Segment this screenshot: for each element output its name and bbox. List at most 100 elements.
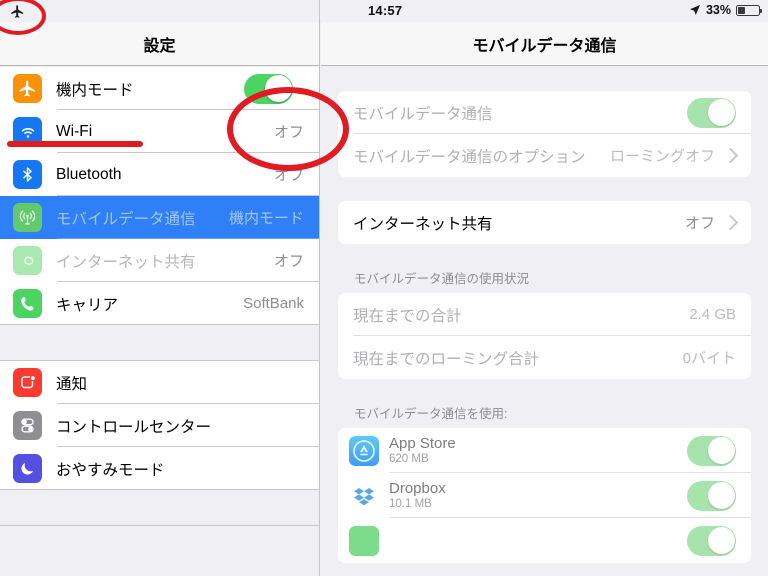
personal-hotspot-value: オフ xyxy=(684,215,715,232)
status-bar: 14:57 33% xyxy=(0,0,768,22)
usage-roaming-value: 0バイト xyxy=(682,350,736,367)
sidebar-item-notifications[interactable]: 通知 xyxy=(0,361,319,404)
sidebar-list: 機内モード Wi-Fi オフ Bluetooth オフ モバイルデータ通信 機内… xyxy=(0,67,319,576)
cellular-data-label: モバイルデータ通信 xyxy=(353,105,493,123)
personal-hotspot-label: インターネット共有 xyxy=(353,215,493,233)
sidebar-item-wifi[interactable]: Wi-Fi オフ xyxy=(0,110,319,153)
toggle-knob xyxy=(707,99,735,126)
toggle-knob xyxy=(264,75,292,102)
top-spacer xyxy=(338,67,751,91)
app-size: 10.1 MB xyxy=(389,498,432,510)
control-center-icon xyxy=(13,411,42,440)
toggle-knob xyxy=(707,527,735,554)
sidebar-item-value: オフ xyxy=(273,253,304,270)
personal-hotspot-icon xyxy=(13,246,42,275)
sidebar-item-label: Wi-Fi xyxy=(56,122,93,140)
sidebar-item-personal-hotspot[interactable]: インターネット共有 オフ xyxy=(0,239,319,282)
app-store-icon xyxy=(349,435,379,466)
detail-nav-bar: モバイルデータ通信 xyxy=(321,22,768,66)
usage-total-row: 現在までの合計 2.4 GB xyxy=(338,293,751,336)
cellular-data-toggle[interactable] xyxy=(687,97,736,128)
app-row-partial[interactable] xyxy=(338,518,751,563)
toggle-knob xyxy=(707,482,735,509)
group-spacer-1 xyxy=(338,177,751,201)
row-separator xyxy=(0,489,319,490)
app-toggle[interactable] xyxy=(687,435,736,466)
app-name: Dropbox xyxy=(389,480,446,497)
row-separator xyxy=(0,324,319,325)
sidebar-item-value: 機内モード xyxy=(228,210,304,227)
usage-group: 現在までの合計 2.4 GB 現在までのローミング合計 0バイト xyxy=(338,293,751,379)
cellular-tower-icon xyxy=(13,203,42,232)
sidebar-item-carrier[interactable]: キャリア SoftBank xyxy=(0,282,319,325)
app-toggle[interactable] xyxy=(687,525,736,556)
sidebar-item-airplane-mode[interactable]: 機内モード xyxy=(0,67,319,110)
battery-fill xyxy=(738,6,746,14)
sidebar-item-value: オフ xyxy=(273,124,304,141)
notifications-icon xyxy=(13,368,42,397)
apps-group: App Store 620 MB Dropbox 10.1 MB xyxy=(338,428,751,563)
usage-total-label: 現在までの合計 xyxy=(353,307,462,325)
sidebar-group-gap xyxy=(0,325,319,361)
settings-sidebar: 設定 機内モード Wi-Fi オフ Bluetooth オフ モバイルデータ通信… xyxy=(0,0,320,576)
airplane-mode-toggle[interactable] xyxy=(244,73,293,104)
chevron-right-icon xyxy=(722,147,739,164)
battery-percent-label: 33% xyxy=(705,3,731,17)
detail-body: モバイルデータ通信 モバイルデータ通信のオプション ローミングオフ インターネッ… xyxy=(321,67,768,576)
dropbox-icon xyxy=(349,480,379,511)
battery-icon xyxy=(736,4,763,16)
cellular-data-options-row[interactable]: モバイルデータ通信のオプション ローミングオフ xyxy=(338,134,751,177)
app-info: App Store 620 MB xyxy=(389,435,687,466)
app-size: 620 MB xyxy=(389,453,429,465)
app-icon xyxy=(349,525,379,556)
app-info: Dropbox 10.1 MB xyxy=(389,480,687,511)
sidebar-item-label: 機内モード xyxy=(56,81,134,99)
sidebar-title: 設定 xyxy=(143,37,176,55)
app-name: App Store xyxy=(389,435,456,452)
bluetooth-icon xyxy=(13,160,42,189)
group-spacer-3 xyxy=(338,379,751,403)
airplane-icon xyxy=(13,74,42,103)
sidebar-item-label: Bluetooth xyxy=(56,165,122,183)
toggle-knob xyxy=(707,437,735,464)
cellular-data-row[interactable]: モバイルデータ通信 xyxy=(338,91,751,134)
phone-icon xyxy=(13,289,42,318)
usage-total-value: 2.4 GB xyxy=(689,306,736,323)
cellular-data-options-value: ローミングオフ xyxy=(609,148,715,165)
sidebar-item-value: SoftBank xyxy=(243,295,304,312)
sidebar-item-label: 通知 xyxy=(56,375,88,393)
usage-roaming-label: 現在までのローミング合計 xyxy=(353,350,540,368)
sidebar-item-label: おやすみモード xyxy=(56,461,165,479)
sidebar-group-gap-bottom xyxy=(0,490,319,526)
app-row-dropbox[interactable]: Dropbox 10.1 MB xyxy=(338,473,751,518)
ipad-settings-screen: 設定 機内モード Wi-Fi オフ Bluetooth オフ モバイルデータ通信… xyxy=(0,0,768,576)
sidebar-item-control-center[interactable]: コントロールセンター xyxy=(0,404,319,447)
group-spacer-2 xyxy=(338,244,751,268)
personal-hotspot-row[interactable]: インターネット共有 オフ xyxy=(338,201,751,244)
cellular-data-options-label: モバイルデータ通信のオプション xyxy=(353,148,586,166)
status-bar-right: 33% xyxy=(689,3,763,17)
sidebar-item-label: キャリア xyxy=(56,296,119,314)
moon-icon xyxy=(13,454,42,483)
app-row-app-store[interactable]: App Store 620 MB xyxy=(338,428,751,473)
cellular-detail-panel: モバイルデータ通信 モバイルデータ通信 モバイルデータ通信のオプション ローミン… xyxy=(321,0,768,576)
sidebar-item-label: モバイルデータ通信 xyxy=(56,210,196,228)
sidebar-nav-bar: 設定 xyxy=(0,22,319,66)
sidebar-item-do-not-disturb[interactable]: おやすみモード xyxy=(0,447,319,490)
sidebar-item-value: オフ xyxy=(273,167,304,184)
page-title: モバイルデータ通信 xyxy=(472,37,617,55)
sidebar-item-label: コントロールセンター xyxy=(56,418,212,436)
usage-roaming-row: 現在までのローミング合計 0バイト xyxy=(338,336,751,379)
sidebar-item-label: インターネット共有 xyxy=(56,253,196,271)
sidebar-item-cellular[interactable]: モバイルデータ通信 機内モード xyxy=(0,196,319,239)
status-bar-clock: 14:57 xyxy=(368,3,403,18)
sidebar-item-bluetooth[interactable]: Bluetooth オフ xyxy=(0,153,319,196)
apps-section-header: モバイルデータ通信を使用: xyxy=(354,407,508,421)
location-arrow-icon xyxy=(689,4,701,16)
chevron-right-icon xyxy=(722,214,739,231)
usage-section-header: モバイルデータ通信の使用状況 xyxy=(354,272,530,286)
app-toggle[interactable] xyxy=(687,480,736,511)
wifi-icon xyxy=(13,117,42,146)
airplane-icon xyxy=(8,3,26,19)
personal-hotspot-group: インターネット共有 オフ xyxy=(338,201,751,244)
